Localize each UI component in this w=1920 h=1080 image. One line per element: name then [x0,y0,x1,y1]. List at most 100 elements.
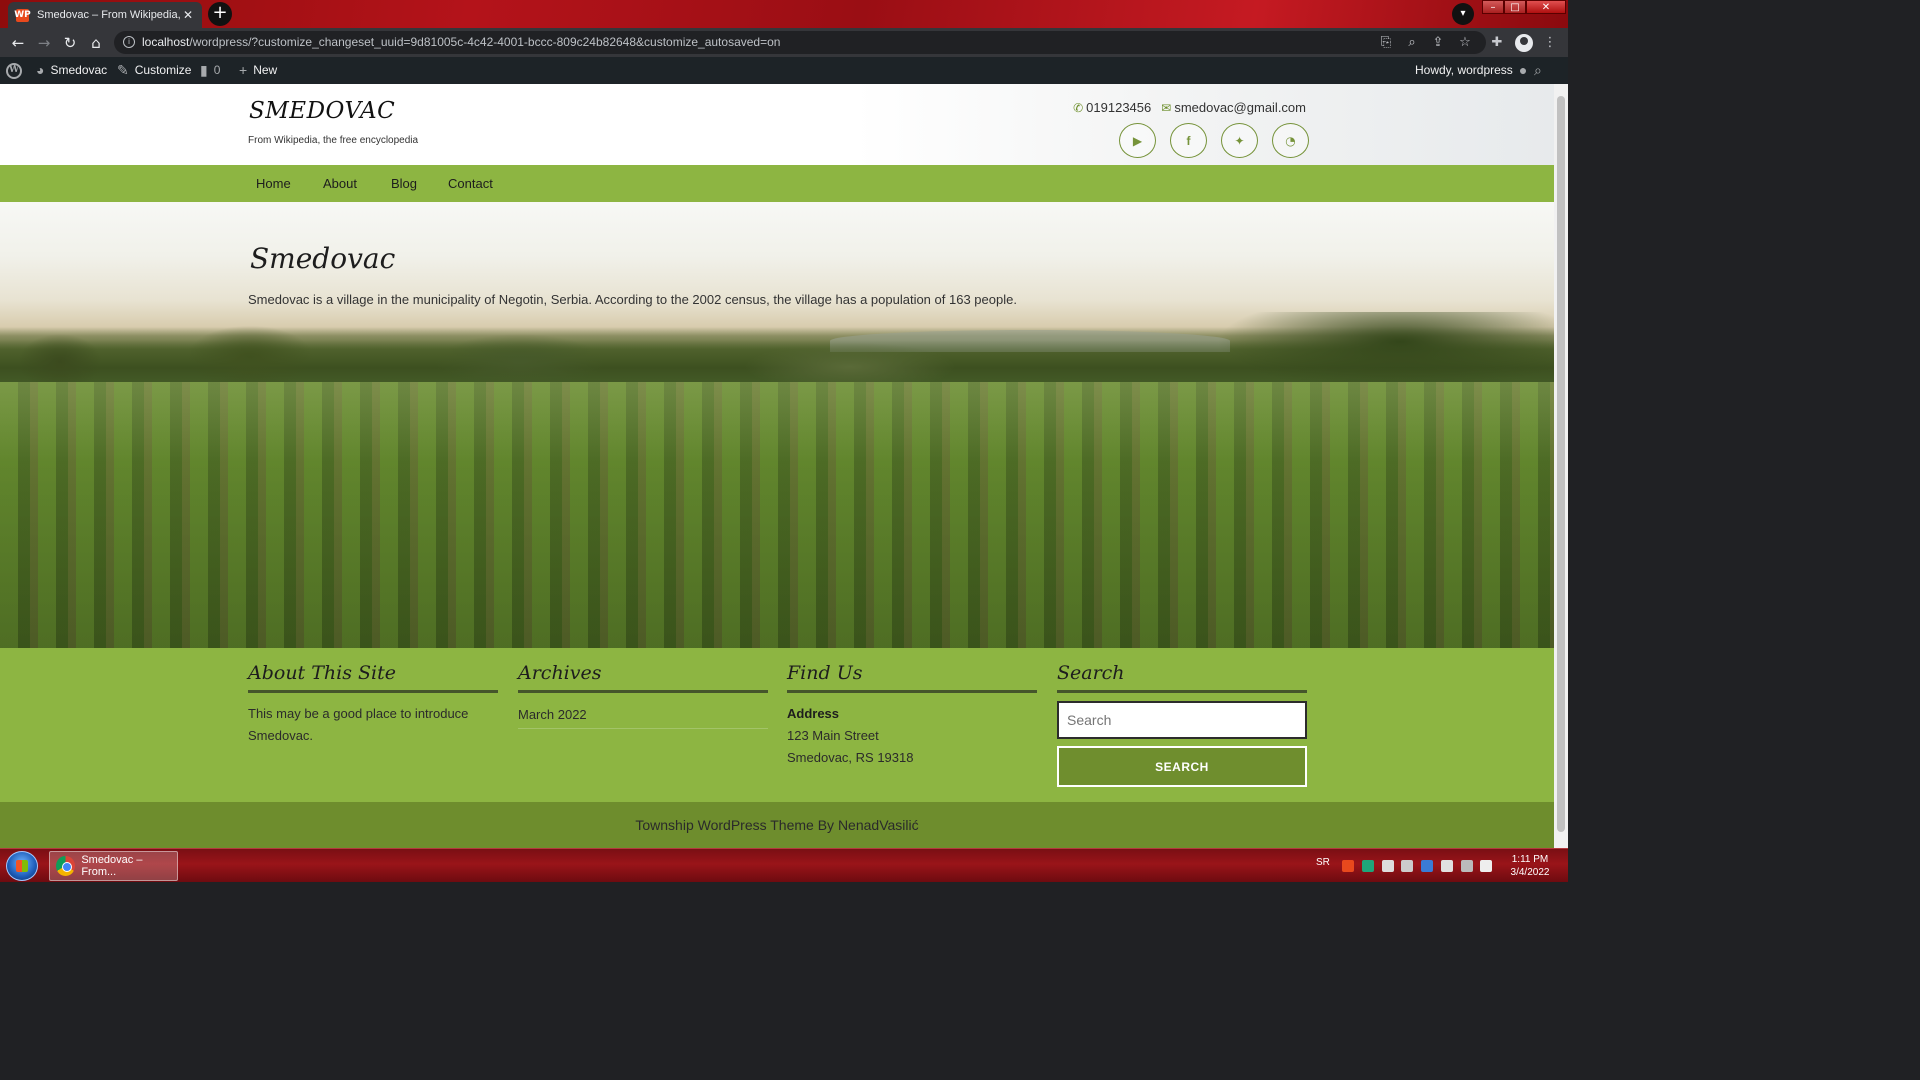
home-icon[interactable]: ⌂ [86,33,106,53]
url-host: localhost [142,35,190,49]
page-scrollbar[interactable] [1554,84,1568,848]
email-contact[interactable]: ✉ smedovac@gmail.com [1161,100,1306,115]
tab-search-icon[interactable]: ▾ [1452,3,1474,25]
taskbar-window-label: Smedovac – From... [81,854,143,878]
phone-contact[interactable]: ✆ 019123456 [1073,100,1151,115]
admin-new-label: New [253,63,278,77]
header-contact: ✆ 019123456 ✉ smedovac@gmail.com [1073,100,1306,115]
brush-icon: ✎ [117,62,129,78]
volume-icon[interactable] [1480,860,1492,872]
tab-title: Smedovac – From Wikipedia, the [37,9,182,21]
bookmark-star-icon[interactable]: ☆ [1456,34,1474,52]
close-window-button[interactable]: ✕ [1526,0,1566,14]
widget-archives: Archives March 2022 [518,662,768,729]
admin-comments-count: 0 [213,63,221,77]
tray-monitor-icon[interactable] [1421,860,1433,872]
address-block: Address 123 Main Street Smedovac, RS 193… [787,703,1037,769]
admin-site-name[interactable]: ◕ Smedovac [36,57,107,84]
nav-item-contact[interactable]: Contact [448,165,493,202]
admin-howdy-label: Howdy, wordpress [1415,63,1513,77]
start-button[interactable] [6,851,38,881]
browser-tab[interactable]: WP Smedovac – From Wikipedia, the ✕ [8,2,202,28]
nav-item-about[interactable]: About [323,165,357,202]
language-indicator[interactable]: SR [1316,857,1330,868]
search-button[interactable]: SEARCH [1057,746,1307,787]
tray-flag-icon[interactable] [1441,860,1453,872]
page-content: SMEDOVAC From Wikipedia, the free encycl… [0,84,1554,848]
windows-taskbar: Smedovac – From... SR 1:11 PM 3/4/2022 [0,848,1568,882]
widget-archives-title: Archives [518,662,768,693]
phone-icon: ✆ [1073,101,1084,115]
phone-number: 019123456 [1086,100,1152,115]
browser-tab-strip: WP Smedovac – From Wikipedia, the ✕ + ▾ … [0,0,1568,28]
tab-close-icon[interactable]: ✕ [182,8,194,22]
minimize-window-button[interactable]: – [1482,0,1504,14]
admin-search[interactable]: ⌕ [1534,57,1542,84]
chrome-icon [56,856,76,876]
widget-search: Search SEARCH [1057,662,1307,787]
tray-display-icon[interactable] [1461,860,1473,872]
tray-app-icon[interactable] [1342,860,1354,872]
browser-toolbar: ← → ↻ ⌂ i localhost/wordpress/?customize… [0,28,1568,57]
maximize-window-button[interactable]: □ [1504,0,1526,14]
scrollbar-thumb[interactable] [1557,96,1565,832]
wp-admin-bar: W ◕ Smedovac ✎ Customize ▮ 0 + New Howdy… [0,57,1568,84]
site-footer: Township WordPress Theme By NenadVasilić [0,802,1554,848]
profile-avatar-icon[interactable] [1515,34,1533,52]
rss-icon[interactable]: ◔ [1272,123,1309,158]
hero-text: Smedovac is a village in the municipalit… [248,292,1017,307]
address-line-1: 123 Main Street [787,728,879,743]
forward-icon[interactable]: → [34,33,54,53]
email-address: smedovac@gmail.com [1174,100,1306,115]
hero-banner: Smedovac Smedovac is a village in the mu… [0,202,1554,648]
tray-network-icon[interactable] [1382,860,1394,872]
nav-item-blog[interactable]: Blog [391,165,417,202]
youtube-icon[interactable]: ▶ [1119,123,1156,158]
translate-icon[interactable]: ⎘ [1377,34,1395,52]
address-label: Address [787,706,840,721]
widget-search-title: Search [1057,662,1307,693]
new-tab-button[interactable]: + [208,2,232,26]
comment-icon: ▮ [200,62,208,78]
widget-about: About This Site This may be a good place… [248,662,498,747]
system-clock[interactable]: 1:11 PM 3/4/2022 [1500,853,1560,879]
address-bar[interactable]: i localhost/wordpress/?customize_changes… [114,31,1486,54]
admin-customize-label: Customize [134,63,192,77]
envelope-icon: ✉ [1161,101,1172,115]
nav-item-home[interactable]: Home [256,165,291,202]
admin-comments[interactable]: ▮ 0 [200,57,220,84]
main-navigation: Home About Blog Contact [0,165,1554,202]
search-input[interactable] [1057,701,1307,739]
wordpress-logo-menu[interactable]: W [6,57,22,84]
search-icon: ⌕ [1534,62,1542,78]
widget-find-us-title: Find Us [787,662,1037,693]
user-icon: ● [1518,62,1528,78]
share-icon[interactable]: ⇪ [1429,34,1447,52]
browser-menu-icon[interactable]: ⋮ [1541,34,1559,52]
extensions-icon[interactable]: ✚ [1488,34,1506,52]
admin-new[interactable]: + New [239,57,277,84]
back-icon[interactable]: ← [8,33,28,53]
footer-credit[interactable]: Township WordPress Theme By NenadVasilić [635,817,918,833]
site-header: SMEDOVAC From Wikipedia, the free encycl… [0,84,1554,165]
facebook-icon[interactable]: f [1170,123,1207,158]
site-tagline: From Wikipedia, the free encyclopedia [248,135,419,146]
hero-treeline-image [0,312,1554,392]
twitter-icon[interactable]: ✦ [1221,123,1258,158]
social-links: ▶ f ✦ ◔ [1119,123,1309,158]
tray-shield-icon[interactable] [1362,860,1374,872]
widget-find-us: Find Us Address 123 Main Street Smedovac… [787,662,1037,769]
zoom-icon[interactable]: ⌕ [1403,34,1421,52]
admin-customize[interactable]: ✎ Customize [117,57,191,84]
site-info-icon[interactable]: i [123,36,135,48]
clock-time: 1:11 PM [1511,854,1549,865]
tray-user-icon[interactable] [1401,860,1413,872]
archive-link-march-2022[interactable]: March 2022 [518,707,768,729]
taskbar-chrome-window[interactable]: Smedovac – From... [49,851,178,881]
address-line-2: Smedovac, RS 19318 [787,750,914,765]
site-title[interactable]: SMEDOVAC [249,98,395,124]
reload-icon[interactable]: ↻ [60,33,80,53]
admin-account[interactable]: Howdy, wordpress ● [1415,57,1527,84]
hero-title: Smedovac [250,242,396,275]
wordpress-logo-icon: W [6,62,22,79]
